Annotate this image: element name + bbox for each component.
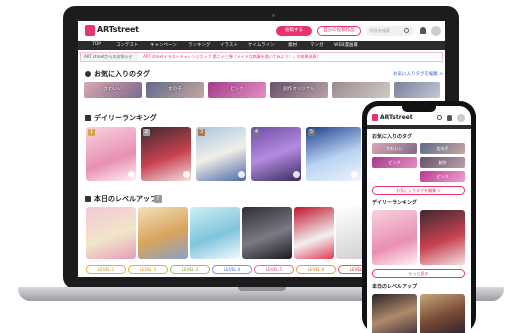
tag-icon [85,71,91,77]
site-logo[interactable]: ARTstreet [97,25,139,34]
levelup-icon [85,196,91,202]
heart-icon[interactable] [128,171,135,178]
phone-logo[interactable]: ARTstreet [380,114,413,121]
tag-tile[interactable]: ピンク [208,82,266,98]
favorites-title: お気に入りのタグ [94,70,150,78]
laptop-notch [238,287,286,291]
phone-notch [402,106,436,112]
bell-icon[interactable] [447,115,452,121]
level-pill: LEVEL 5 [254,265,294,274]
avatar[interactable] [457,114,465,122]
levelup-card[interactable] [294,207,334,259]
phone-levelup-title: 本日のレベルアップ [372,284,418,290]
tag-tile[interactable]: かわいい [84,82,142,98]
heart-icon[interactable] [293,171,300,178]
levelup-card[interactable] [420,294,465,333]
tag-tile[interactable] [332,82,390,98]
nav-item-top[interactable]: TOP [92,42,101,47]
site-header: ARTstreet 投稿する 自分の投稿作品 作品を検索 [78,21,445,42]
ranking-card[interactable] [420,210,465,265]
phone-favorites-title: お気に入りのタグ [372,134,413,140]
avatar[interactable] [431,26,441,36]
heart-icon[interactable] [351,171,358,178]
help-badge[interactable]: ? [154,195,162,203]
nav-item-material[interactable]: 素材 [288,42,297,48]
nav-item-timeline[interactable]: ケイムライン [248,42,275,48]
level-pill: LEVEL 3 [128,265,168,274]
tag-tile[interactable]: ピンク [420,171,465,182]
tag-tile[interactable]: ピンク [372,157,417,168]
main-nav: TOP コンテスト キャンペーン ランキング イラスト ケイムライン 素材 マン… [78,41,445,50]
nav-item-ranking[interactable]: ランキング [188,42,210,48]
levelup-card[interactable] [190,207,240,259]
bell-icon[interactable] [420,27,426,34]
my-works-button[interactable]: 自分の投稿作品 [317,26,361,36]
ranking-card[interactable] [372,210,417,265]
nav-item-manga[interactable]: マンガ [310,42,324,48]
level-pill: LEVEL 3 [170,265,210,274]
levelup-card[interactable] [372,294,417,333]
levelup-card[interactable] [242,207,292,259]
nav-item-illust[interactable]: イラスト [220,42,238,48]
notice-text[interactable]: ART streetイラストチャレンジカップ 第二十三弾「メイドな執事を描いてみ… [143,53,321,61]
tag-tile[interactable]: 創作 [420,157,465,168]
ranking-icon [85,115,91,121]
tag-tile[interactable]: 女の子 [146,82,204,98]
edit-favorites-link[interactable]: お気に入りタグを編集 > [393,71,443,77]
nav-item-contest[interactable]: コンテスト [116,42,139,48]
nav-item-web-award[interactable]: WEB漫画賞 [334,42,358,48]
level-pill: LEVEL 4 [212,265,252,274]
notice-banner[interactable]: ART streetからのお知らせ ART streetイラストチャレンジカップ… [80,52,443,62]
ranking-more-button[interactable]: もっと見る [372,269,465,278]
edit-favorites-button[interactable]: お気に入りタグを編集 > [372,186,465,195]
search-icon[interactable] [404,28,409,33]
tag-tile[interactable]: 創作オリジナル [270,82,328,98]
ranking-title: デイリーランキング [94,114,157,122]
heart-icon[interactable] [238,171,245,178]
tag-tile[interactable]: 女の子 [420,143,465,154]
phone-screen: ARTstreet お気に入りのタグ かわいい 女の子 ピンク 創作 ピンク お… [367,106,471,333]
nav-item-campaign[interactable]: キャンペーン [150,42,177,48]
level-pill: LEVEL 6 [296,265,336,274]
levelup-title: 本日のレベルアップ [94,195,157,203]
notice-tag: ART streetからのお知らせ [81,53,139,61]
tag-tile[interactable]: かわいい [372,143,417,154]
camera-dot [272,14,275,17]
levelup-card[interactable] [86,207,136,259]
logo-mark-icon[interactable] [372,114,378,121]
search-icon[interactable] [437,115,442,120]
heart-icon[interactable] [183,171,190,178]
tag-tile[interactable] [394,82,440,98]
phone-ranking-title: デイリーランキング [372,200,417,206]
phone-nav [367,125,471,129]
post-button[interactable]: 投稿する [276,26,312,36]
logo-mark-icon[interactable] [85,25,95,36]
level-pill: LEVEL 2 [86,265,126,274]
levelup-card[interactable] [138,207,188,259]
